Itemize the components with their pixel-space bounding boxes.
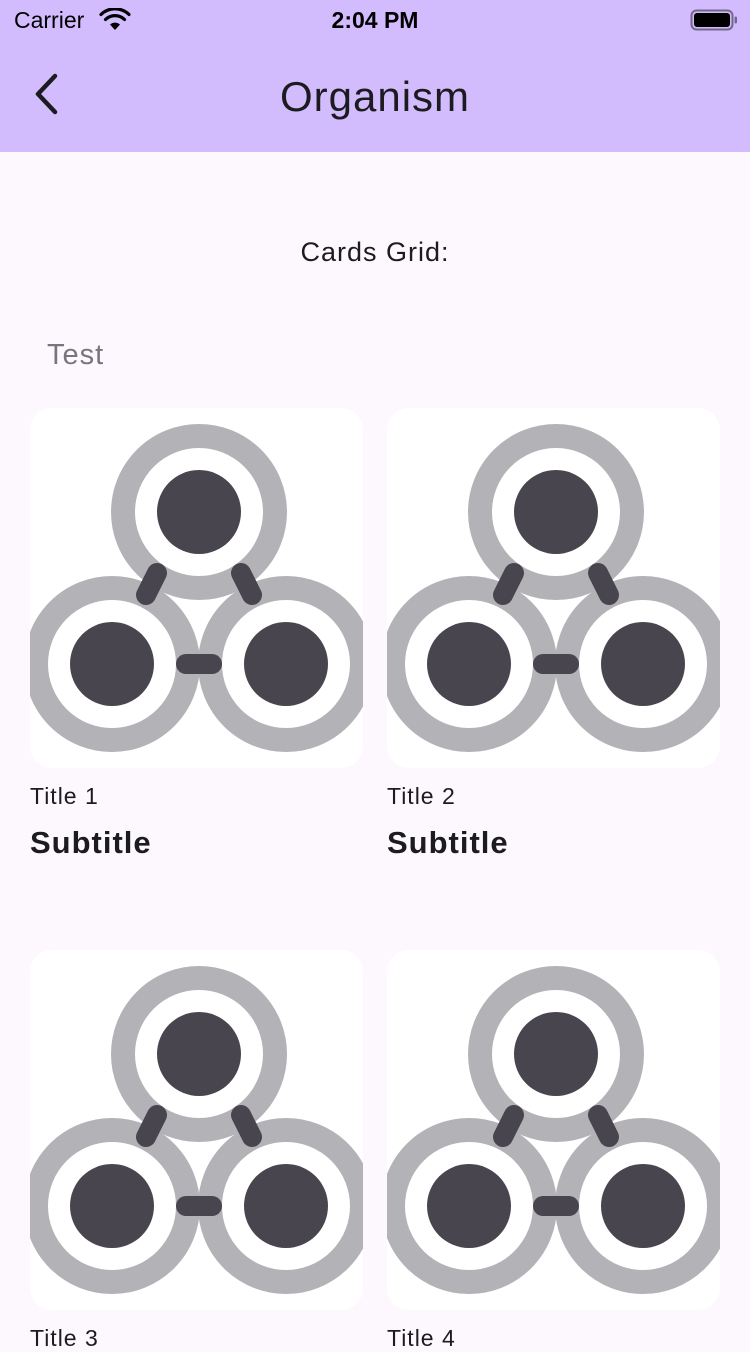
status-time: 2:04 PM	[331, 7, 419, 33]
card-subtitle: Subtitle	[30, 825, 152, 860]
connected-nodes-icon	[30, 950, 363, 1310]
cards-grid-heading: Cards Grid:	[300, 237, 450, 267]
status-bar: Carrier 2:04 PM	[0, 0, 750, 40]
card[interactable]: Title 1 Subtitle	[30, 408, 363, 878]
battery-icon	[690, 8, 738, 32]
connected-nodes-icon	[30, 408, 363, 768]
card-image	[30, 950, 363, 1310]
group-label: Test	[47, 339, 105, 371]
card[interactable]: Title 2 Subtitle	[387, 408, 720, 878]
card[interactable]: Title 3	[30, 950, 363, 1351]
card[interactable]: Title 4	[387, 950, 720, 1351]
card-title: Title 3	[30, 1325, 99, 1351]
connected-nodes-icon	[387, 408, 720, 768]
connected-nodes-icon	[387, 950, 720, 1310]
card-image	[387, 408, 720, 768]
card-image	[387, 950, 720, 1310]
page-title: Organism	[279, 73, 471, 120]
card-subtitle: Subtitle	[387, 825, 509, 860]
card-title: Title 4	[387, 1325, 456, 1351]
app-bar: Organism	[0, 40, 750, 152]
card-title: Title 1	[30, 783, 99, 809]
card-image	[30, 408, 363, 768]
card-title: Title 2	[387, 783, 456, 809]
